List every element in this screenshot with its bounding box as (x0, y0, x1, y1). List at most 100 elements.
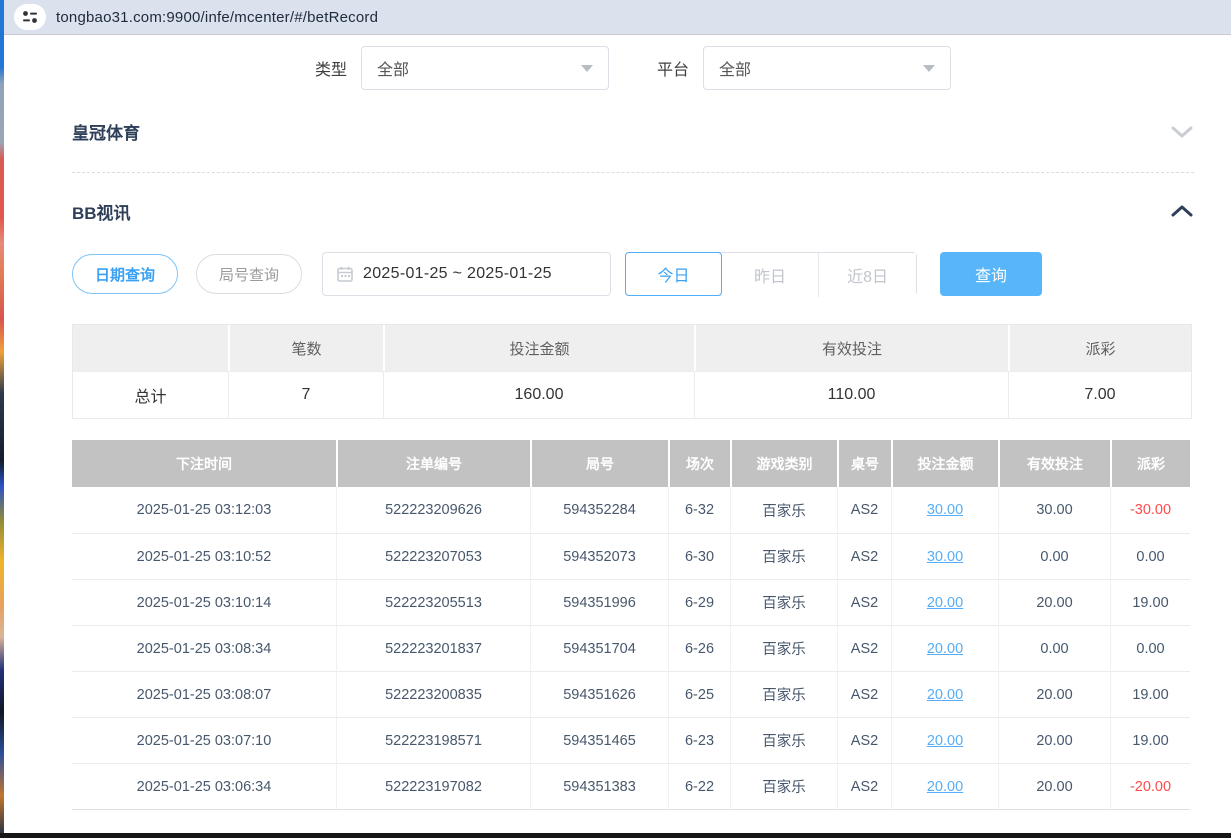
bet-amount-link[interactable]: 30.00 (927, 549, 963, 565)
window-bottom-edge (0, 833, 1231, 838)
bet-table-header-row: 下注时间 注单编号 局号 场次 游戏类别 桌号 投注金额 有效投注 派彩 (72, 440, 1190, 487)
filter-row: 类型 全部 平台 全部 (72, 46, 1194, 90)
table-row: 2025-01-25 03:06:34 522223197082 5943513… (72, 763, 1190, 809)
summary-header-valid-bet: 有效投注 (694, 325, 1008, 371)
table-no-cell: AS2 (837, 487, 891, 533)
summary-header-count: 笔数 (228, 325, 383, 371)
platform-filter-label: 平台 (657, 56, 689, 80)
game-type-cell: 百家乐 (730, 487, 837, 533)
date-range-picker[interactable]: 2025-01-25 ~ 2025-01-25 (322, 252, 611, 296)
bet-amount-link[interactable]: 20.00 (927, 641, 963, 657)
round-query-label: 局号查询 (219, 264, 279, 285)
header-valid-bet: 有效投注 (998, 440, 1110, 487)
date-range-value: 2025-01-25 ~ 2025-01-25 (363, 265, 552, 283)
bet-time-cell: 2025-01-25 03:10:14 (72, 579, 336, 625)
caret-down-icon (923, 65, 935, 72)
bet-no-cell: 522223197082 (336, 763, 530, 809)
section-bb-video[interactable]: BB视讯 (72, 198, 1194, 224)
table-no-cell: AS2 (837, 579, 891, 625)
session-cell: 6-32 (668, 487, 730, 533)
round-no-cell: 594351626 (530, 671, 668, 717)
summary-bet-amount-value: 160.00 (383, 371, 694, 418)
type-select-value: 全部 (377, 56, 581, 80)
chevron-up-icon[interactable] (1170, 204, 1194, 218)
bet-amount-link[interactable]: 20.00 (927, 595, 963, 611)
bet-amount-link[interactable]: 20.00 (927, 779, 963, 795)
valid-bet-cell: 20.00 (998, 717, 1110, 763)
summary-table: 笔数 投注金额 有效投注 派彩 总计 7 160.00 110.00 7.00 (72, 324, 1192, 419)
table-no-cell: AS2 (837, 671, 891, 717)
valid-bet-cell: 20.00 (998, 671, 1110, 717)
round-no-cell: 594352073 (530, 533, 668, 579)
table-no-cell: AS2 (837, 533, 891, 579)
header-round-no: 局号 (530, 440, 668, 487)
summary-header-empty (73, 325, 228, 371)
payout-cell: 19.00 (1110, 671, 1190, 717)
table-row: 2025-01-25 03:12:03 522223209626 5943522… (72, 487, 1190, 533)
today-button[interactable]: 今日 (625, 252, 722, 296)
section-crown-sports[interactable]: 皇冠体育 (72, 119, 1194, 144)
summary-total-label: 总计 (73, 371, 228, 418)
bet-amount-cell: 20.00 (891, 763, 998, 809)
round-no-cell: 594351996 (530, 579, 668, 625)
summary-header-payout: 派彩 (1008, 325, 1191, 371)
site-settings-button[interactable] (14, 4, 46, 30)
platform-select[interactable]: 全部 (703, 46, 951, 90)
bet-no-cell: 522223209626 (336, 487, 530, 533)
session-cell: 6-25 (668, 671, 730, 717)
header-bet-no: 注单编号 (336, 440, 530, 487)
bet-time-cell: 2025-01-25 03:06:34 (72, 763, 336, 809)
table-no-cell: AS2 (837, 717, 891, 763)
bet-no-cell: 522223207053 (336, 533, 530, 579)
main-content: 类型 全部 平台 全部 皇冠体育 BB视讯 (4, 36, 1231, 833)
payout-cell: 0.00 (1110, 533, 1190, 579)
background-window-edge (0, 0, 4, 838)
round-query-button[interactable]: 局号查询 (196, 254, 302, 294)
payout-cell: -20.00 (1110, 763, 1190, 809)
bet-amount-link[interactable]: 30.00 (927, 502, 963, 518)
bet-amount-cell: 30.00 (891, 487, 998, 533)
site-settings-icon (22, 10, 38, 24)
bet-amount-link[interactable]: 20.00 (927, 687, 963, 703)
header-bet-amount: 投注金额 (891, 440, 998, 487)
table-row: 2025-01-25 03:10:52 522223207053 5943520… (72, 533, 1190, 579)
last8days-button[interactable]: 近8日 (819, 253, 916, 297)
caret-down-icon (581, 65, 593, 72)
type-select[interactable]: 全部 (361, 46, 609, 90)
bet-time-cell: 2025-01-25 03:12:03 (72, 487, 336, 533)
bet-amount-cell: 20.00 (891, 717, 998, 763)
round-no-cell: 594351704 (530, 625, 668, 671)
url-field[interactable]: tongbao31.com:9900/infe/mcenter/#/betRec… (56, 9, 378, 26)
game-type-cell: 百家乐 (730, 625, 837, 671)
yesterday-label: 昨日 (754, 263, 786, 287)
date-query-button[interactable]: 日期查询 (72, 254, 178, 294)
session-cell: 6-22 (668, 763, 730, 809)
session-cell: 6-29 (668, 579, 730, 625)
summary-header-bet-amount: 投注金额 (383, 325, 694, 371)
session-cell: 6-26 (668, 625, 730, 671)
round-no-cell: 594351383 (530, 763, 668, 809)
bet-records-table: 下注时间 注单编号 局号 场次 游戏类别 桌号 投注金额 有效投注 派彩 202… (72, 440, 1190, 810)
bet-amount-cell: 20.00 (891, 625, 998, 671)
yesterday-button[interactable]: 昨日 (722, 253, 819, 297)
date-query-label: 日期查询 (95, 264, 155, 285)
bet-amount-cell: 20.00 (891, 579, 998, 625)
game-type-cell: 百家乐 (730, 763, 837, 809)
bet-amount-link[interactable]: 20.00 (927, 733, 963, 749)
table-no-cell: AS2 (837, 763, 891, 809)
bet-time-cell: 2025-01-25 03:10:52 (72, 533, 336, 579)
date-shortcut-group: 今日 昨日 近8日 (625, 252, 917, 296)
payout-cell: 19.00 (1110, 717, 1190, 763)
bet-no-cell: 522223198571 (336, 717, 530, 763)
summary-valid-bet-value: 110.00 (694, 371, 1008, 418)
chevron-down-icon[interactable] (1170, 125, 1194, 139)
search-button[interactable]: 查询 (940, 252, 1042, 296)
summary-header-row: 笔数 投注金额 有效投注 派彩 (73, 325, 1191, 371)
bet-time-cell: 2025-01-25 03:08:07 (72, 671, 336, 717)
table-row: 2025-01-25 03:07:10 522223198571 5943514… (72, 717, 1190, 763)
calendar-icon (337, 266, 353, 282)
header-game-type: 游戏类别 (730, 440, 837, 487)
bet-no-cell: 522223200835 (336, 671, 530, 717)
platform-select-value: 全部 (719, 56, 923, 80)
bet-amount-cell: 20.00 (891, 671, 998, 717)
